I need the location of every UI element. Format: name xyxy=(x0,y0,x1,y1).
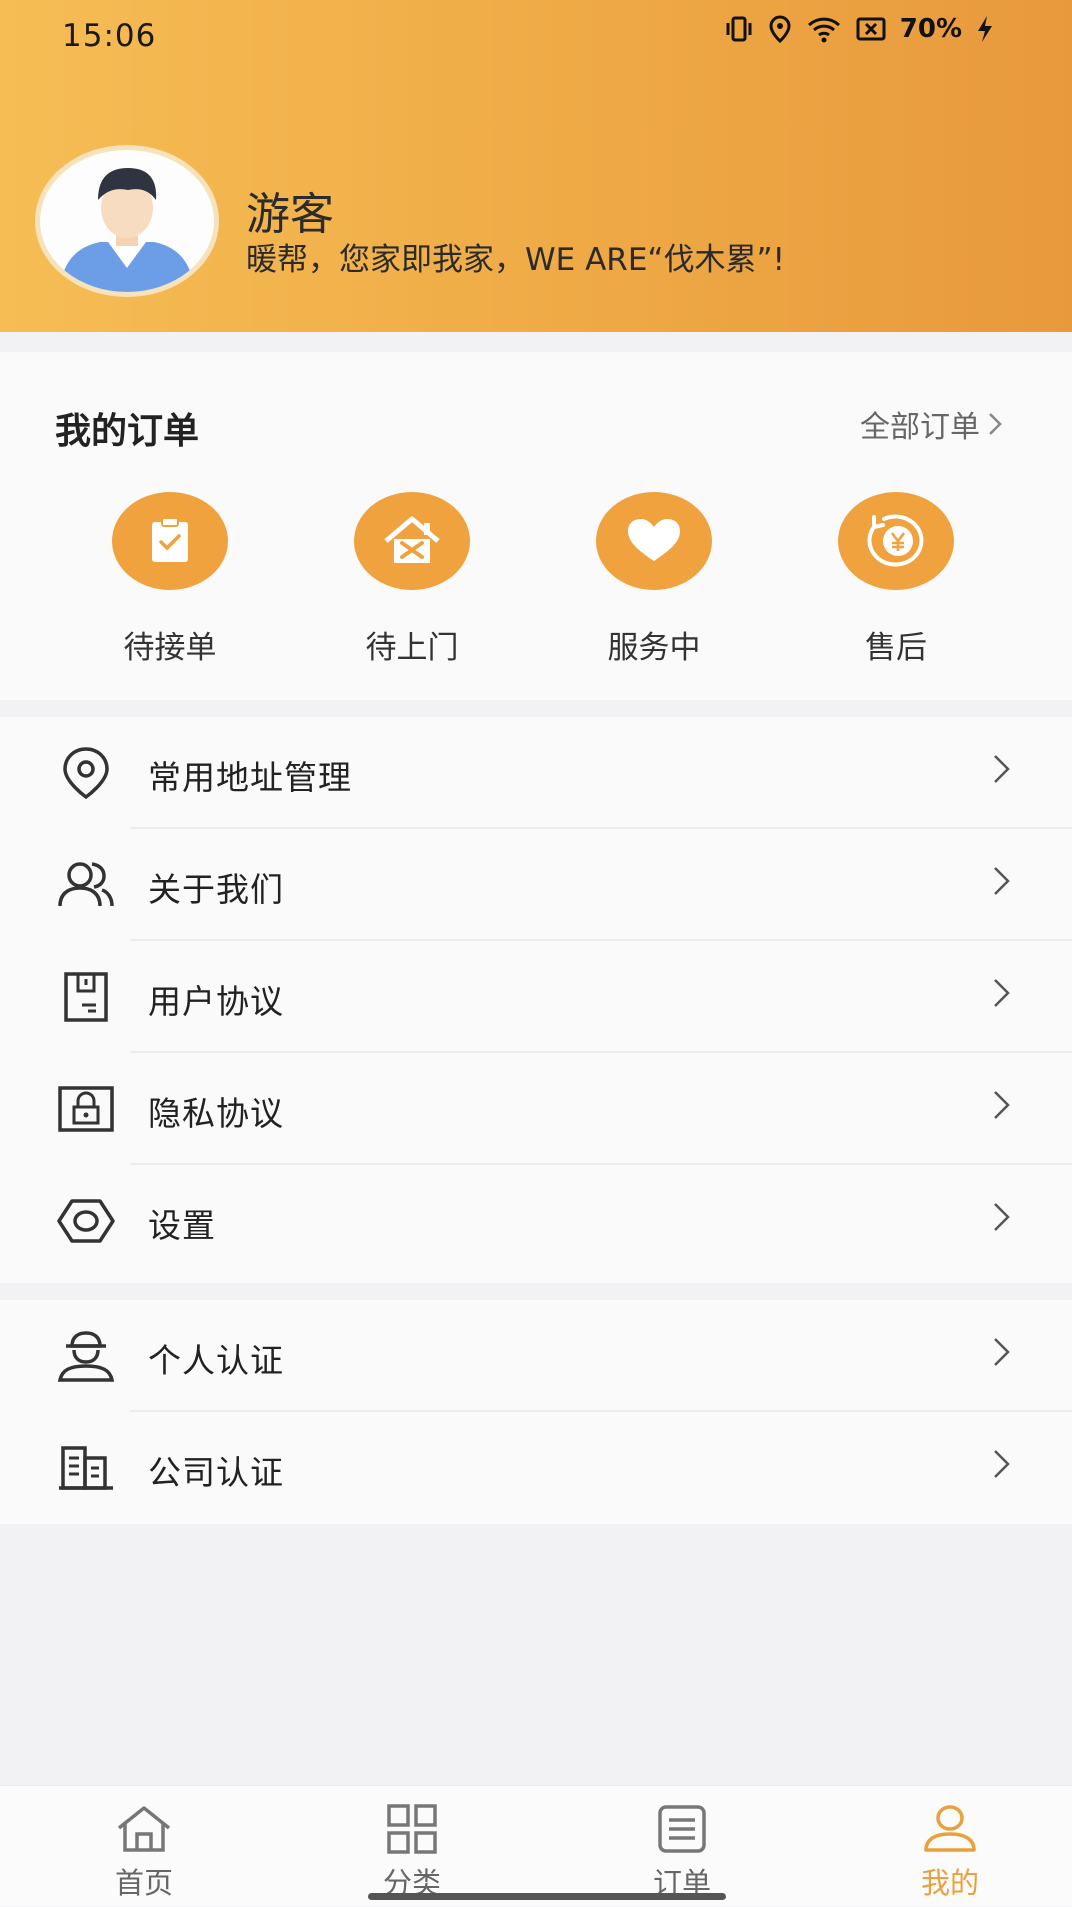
menu-label: 设置 xyxy=(148,1206,216,1245)
my-orders-card: 我的订单 全部订单 待接单 待上门 服务中 售后 xyxy=(0,352,1072,700)
tab-icon-wrap xyxy=(921,1802,979,1856)
wifi-icon xyxy=(806,15,842,43)
hexagon-settings-icon xyxy=(57,1199,115,1243)
menu-label: 隐私协议 xyxy=(148,1094,284,1133)
chevron-right-icon xyxy=(994,979,1010,1007)
menu-icon-wrap xyxy=(55,1438,117,1498)
menu-icon-wrap xyxy=(55,743,117,803)
all-orders-label: 全部订单 xyxy=(860,410,980,445)
location-pin-icon xyxy=(63,747,109,800)
tab-category[interactable]: 分类 xyxy=(278,1786,546,1907)
home-indicator[interactable] xyxy=(368,1893,726,1900)
menu-item-company-verification[interactable]: 公司认证 xyxy=(0,1412,1072,1524)
username: 游客 xyxy=(246,189,334,240)
list-icon xyxy=(658,1805,706,1853)
chevron-right-icon xyxy=(994,1338,1010,1366)
menu-item-privacy-agreement[interactable]: 隐私协议 xyxy=(0,1053,1072,1165)
chevron-right-icon xyxy=(994,1450,1010,1478)
status-time: 15:06 xyxy=(62,18,157,54)
menu-item-about-us[interactable]: 关于我们 xyxy=(0,829,1072,941)
order-label: 售后 xyxy=(865,630,927,666)
document-icon xyxy=(64,972,108,1022)
tab-mine[interactable]: 我的 xyxy=(816,1786,1072,1907)
order-label: 服务中 xyxy=(607,630,701,666)
clipboard-check-icon xyxy=(152,517,188,562)
default-avatar-icon xyxy=(60,168,194,292)
menu-icon-wrap xyxy=(55,1326,117,1386)
menu-group-2: 个人认证 公司认证 xyxy=(0,1300,1072,1524)
menu-icon-wrap xyxy=(55,967,117,1027)
menu-label: 关于我们 xyxy=(148,870,284,909)
chevron-right-icon xyxy=(994,1091,1010,1119)
order-status-pending-accept[interactable]: 待接单 xyxy=(70,492,270,667)
tab-home[interactable]: 首页 xyxy=(10,1786,278,1907)
tab-icon-wrap xyxy=(115,1802,173,1856)
menu-label: 用户协议 xyxy=(148,982,284,1021)
chevron-right-icon xyxy=(989,413,1002,435)
bottom-tab-bar: 首页 分类 订单 我的 xyxy=(0,1785,1072,1906)
no-sim-icon xyxy=(856,16,886,42)
location-icon xyxy=(768,15,792,43)
menu-label: 个人认证 xyxy=(148,1341,284,1380)
menu-icon-wrap xyxy=(55,1079,117,1139)
chevron-right-icon xyxy=(994,1203,1010,1231)
menu-icon-wrap xyxy=(55,1191,117,1251)
order-status-pending-visit[interactable]: 待上门 xyxy=(312,492,512,667)
menu-icon-wrap xyxy=(55,855,117,915)
order-circle xyxy=(838,492,954,590)
profile-header: 15:06 70% 游客 暖帮，您家即我家，WE ARE“伐木累”! xyxy=(0,0,1072,332)
order-circle xyxy=(112,492,228,590)
status-icons: 70% xyxy=(724,14,994,44)
yen-coin-icon xyxy=(867,514,924,567)
grid-icon xyxy=(387,1804,437,1854)
user-icon xyxy=(924,1805,976,1852)
users-icon xyxy=(58,862,114,907)
menu-label: 常用地址管理 xyxy=(148,758,352,797)
order-status-in-service[interactable]: 服务中 xyxy=(554,492,754,667)
menu-item-settings[interactable]: 设置 xyxy=(0,1165,1072,1277)
order-circle xyxy=(596,492,712,590)
menu-group-1: 常用地址管理 关于我们 用户协议 隐私协议 设置 xyxy=(0,717,1072,1283)
orders-title: 我的订单 xyxy=(55,411,200,452)
menu-item-personal-verification[interactable]: 个人认证 xyxy=(0,1300,1072,1412)
slogan: 暖帮，您家即我家，WE ARE“伐木累”! xyxy=(246,242,785,278)
order-label: 待上门 xyxy=(365,630,459,666)
tab-orders[interactable]: 订单 xyxy=(548,1786,816,1907)
menu-item-address[interactable]: 常用地址管理 xyxy=(0,717,1072,829)
tab-label: 我的 xyxy=(920,1866,979,1900)
menu-label: 公司认证 xyxy=(148,1453,284,1492)
home-icon xyxy=(117,1806,171,1852)
all-orders-link[interactable]: 全部订单 xyxy=(860,402,1002,446)
lock-icon xyxy=(58,1086,114,1132)
avatar[interactable] xyxy=(35,145,219,297)
tab-label: 首页 xyxy=(114,1866,173,1900)
battery-level: 70% xyxy=(899,14,962,44)
vibrate-icon xyxy=(724,15,754,43)
person-cap-icon xyxy=(57,1331,115,1382)
order-status-after-sales[interactable]: 售后 xyxy=(796,492,996,667)
order-label: 待接单 xyxy=(123,630,217,666)
menu-item-user-agreement[interactable]: 用户协议 xyxy=(0,941,1072,1053)
tab-icon-wrap xyxy=(653,1802,711,1856)
chevron-right-icon xyxy=(994,867,1010,895)
charging-icon xyxy=(976,15,994,43)
heart-icon xyxy=(628,519,680,561)
house-tools-icon xyxy=(384,516,440,563)
tab-icon-wrap xyxy=(383,1802,441,1856)
building-icon xyxy=(59,1446,113,1490)
order-circle xyxy=(354,492,470,590)
chevron-right-icon xyxy=(994,755,1010,783)
